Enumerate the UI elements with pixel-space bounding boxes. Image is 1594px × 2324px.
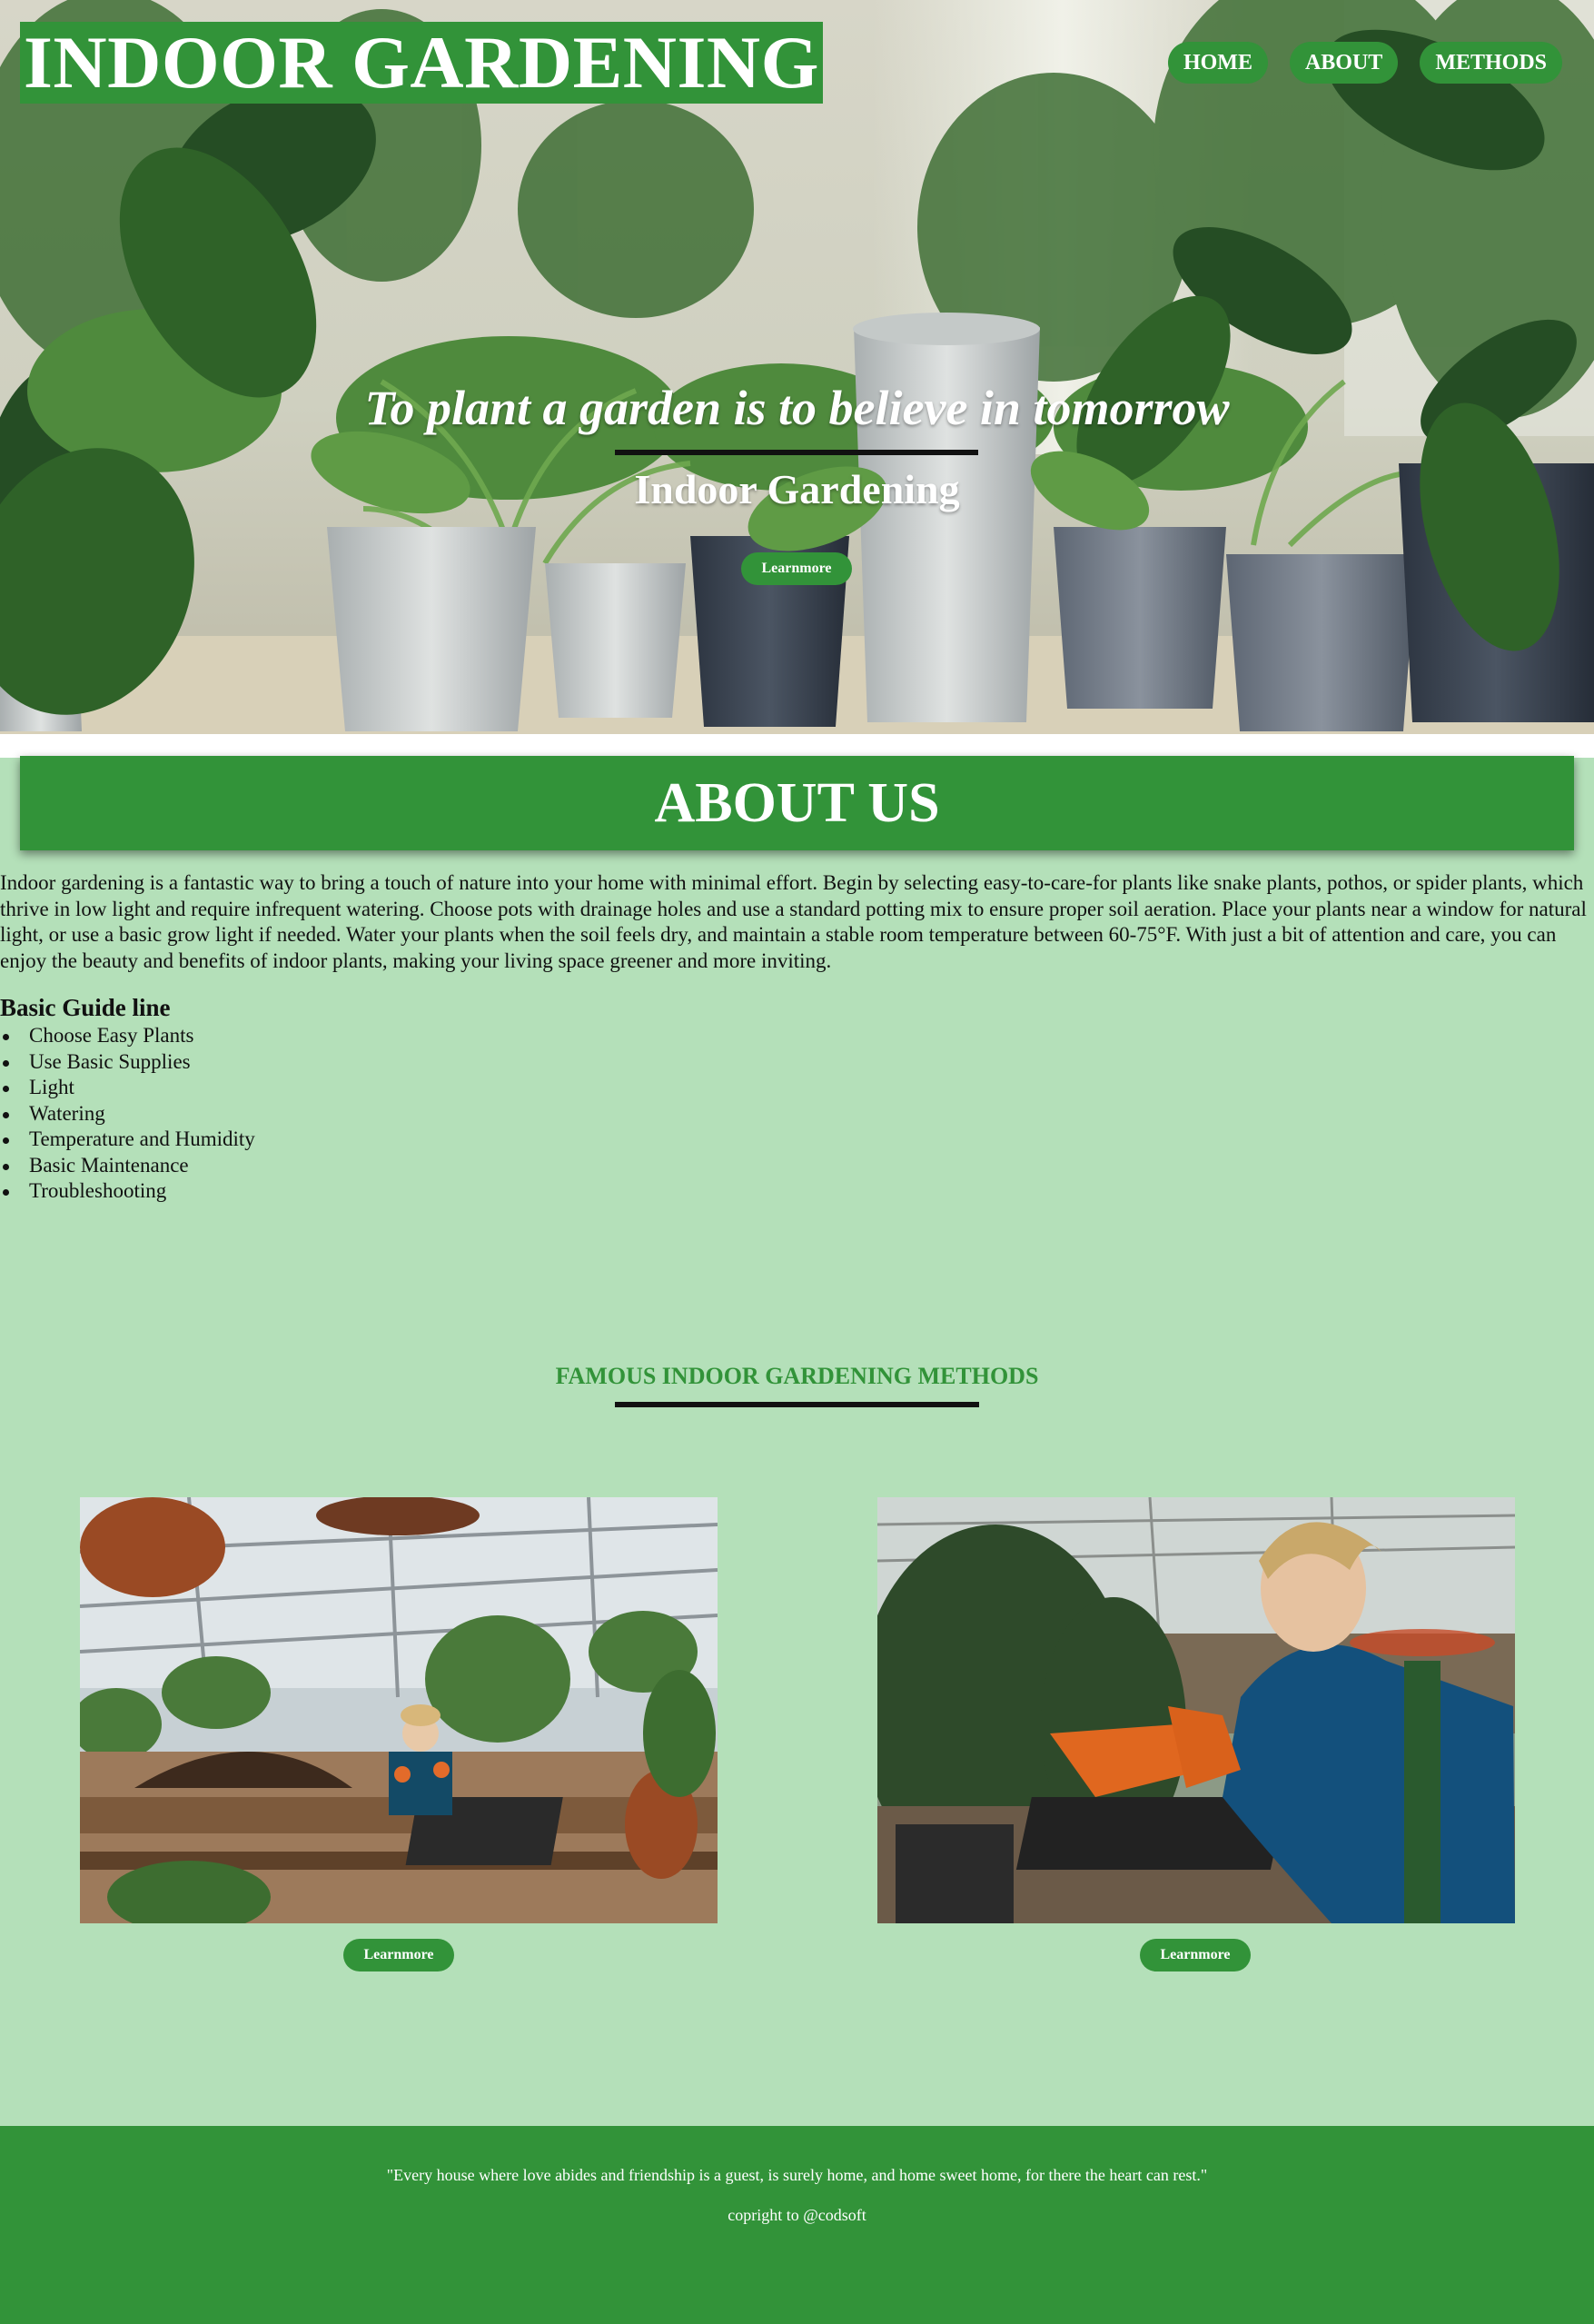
guide-item: Temperature and Humidity bbox=[0, 1127, 255, 1153]
guide-item: Troubleshooting bbox=[0, 1178, 255, 1205]
hero-divider bbox=[615, 450, 978, 455]
main-nav: HOME ABOUT METHODS bbox=[1167, 42, 1562, 84]
hero-learnmore-button[interactable]: Learnmore bbox=[741, 552, 852, 585]
nav-home-button[interactable]: HOME bbox=[1167, 42, 1268, 84]
method-image-greenhouse bbox=[80, 1497, 718, 1923]
methods-heading: FAMOUS INDOOR GARDENING METHODS bbox=[555, 1363, 1039, 1389]
hero-quote: To plant a garden is to believe in tomor… bbox=[364, 381, 1230, 435]
site-title: INDOOR GARDENING bbox=[20, 22, 823, 104]
footer-copyright: copright to @codsoft bbox=[728, 2206, 866, 2224]
hero-subtitle: Indoor Gardening bbox=[634, 466, 960, 512]
footer: "Every house where love abides and frien… bbox=[0, 2126, 1594, 2324]
guide-item: Light bbox=[0, 1075, 255, 1101]
guide-list: Choose Easy Plants Use Basic Supplies Li… bbox=[0, 1023, 255, 1205]
guide-heading: Basic Guide line bbox=[0, 994, 171, 1021]
nav-methods-button[interactable]: METHODS bbox=[1420, 42, 1562, 84]
footer-quote: "Every house where love abides and frien… bbox=[386, 2166, 1208, 2184]
method-left-learnmore-button[interactable]: Learnmore bbox=[343, 1939, 454, 1971]
nav-about-button[interactable]: ABOUT bbox=[1289, 42, 1399, 84]
method-image-gardener bbox=[877, 1497, 1515, 1923]
guide-item: Watering bbox=[0, 1101, 255, 1127]
about-heading: ABOUT US bbox=[20, 756, 1574, 850]
methods-divider bbox=[615, 1402, 979, 1407]
hero-banner: INDOOR GARDENING HOME ABOUT METHODS To p… bbox=[0, 0, 1594, 734]
hero-plants-image bbox=[0, 0, 1594, 734]
about-paragraph: Indoor gardening is a fantastic way to b… bbox=[0, 871, 1587, 972]
guide-item: Choose Easy Plants bbox=[0, 1023, 255, 1049]
guide-item: Use Basic Supplies bbox=[0, 1049, 255, 1076]
method-right-learnmore-button[interactable]: Learnmore bbox=[1140, 1939, 1251, 1971]
hero-bottom-strip bbox=[0, 734, 1594, 758]
guide-item: Basic Maintenance bbox=[0, 1153, 255, 1179]
